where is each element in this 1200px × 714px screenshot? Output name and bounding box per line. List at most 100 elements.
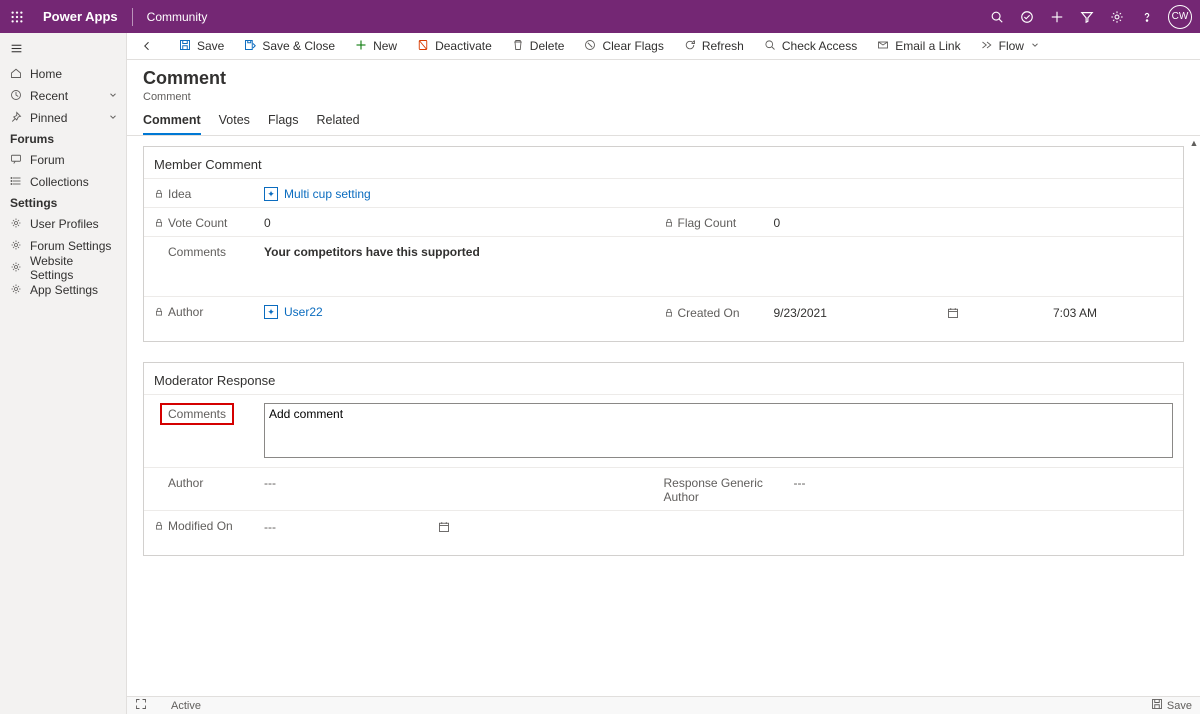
trash-icon [512,39,524,54]
lock-icon [154,218,164,228]
created-date: 9/23/2021 [774,306,827,320]
mod-author-value[interactable]: --- [264,474,664,490]
flag-count-value: 0 [774,214,1174,230]
nav-collections-label: Collections [30,175,89,189]
new-label: New [373,39,397,53]
help-icon[interactable] [1132,0,1162,33]
delete-button[interactable]: Delete [502,33,575,60]
footer-save-label: Save [1167,700,1192,712]
global-header: Power Apps Community CW [0,0,1200,33]
clear-flags-button[interactable]: Clear Flags [574,33,673,60]
refresh-label: Refresh [702,39,744,53]
scrollbar[interactable]: ▲ [1188,136,1200,696]
nav-forum-label: Forum [30,153,65,167]
footer-save-button[interactable]: Save [1151,698,1192,713]
scroll-up-icon[interactable]: ▲ [1188,136,1200,150]
new-button[interactable]: New [345,33,407,60]
author-value: User22 [284,305,323,319]
clock-icon [10,89,22,104]
nav-recent-label: Recent [30,89,68,103]
lock-icon [154,189,164,199]
mod-author-label: Author [168,476,203,490]
chevron-down-icon [1030,39,1040,53]
plus-icon [355,39,367,54]
expand-icon[interactable] [135,698,147,713]
add-icon[interactable] [1042,0,1072,33]
page-subtitle: Comment [143,91,1184,103]
email-link-label: Email a Link [895,39,960,53]
moderator-comments-input[interactable] [264,403,1173,458]
check-access-label: Check Access [782,39,857,53]
chevron-down-icon [108,111,118,125]
pin-icon [10,111,22,126]
clear-flags-label: Clear Flags [602,39,663,53]
deactivate-button[interactable]: Deactivate [407,33,502,60]
email-link-button[interactable]: Email a Link [867,33,970,60]
check-access-button[interactable]: Check Access [754,33,867,60]
save-close-label: Save & Close [262,39,335,53]
calendar-icon[interactable] [436,519,452,535]
tab-comment[interactable]: Comment [143,113,201,135]
nav-home[interactable]: Home [0,63,126,85]
lock-icon [664,308,674,318]
filter-icon[interactable] [1072,0,1102,33]
save-button[interactable]: Save [169,33,234,60]
save-close-button[interactable]: Save & Close [234,33,345,60]
nav-collections[interactable]: Collections [0,171,126,193]
deactivate-label: Deactivate [435,39,492,53]
save-icon [179,39,191,54]
created-on-label: Created On [678,306,740,320]
tab-flags[interactable]: Flags [268,113,299,135]
idea-value: Multi cup setting [284,187,371,201]
nav-user-profiles-label: User Profiles [30,217,99,231]
environment-name[interactable]: Community [137,10,218,24]
assistant-icon[interactable] [1012,0,1042,33]
search-icon[interactable] [982,0,1012,33]
nav-user-profiles[interactable]: User Profiles [0,213,126,235]
response-generic-author-value[interactable]: --- [794,474,1174,504]
comments-label: Comments [168,245,226,259]
save-close-icon [244,39,256,54]
list-icon [10,175,22,190]
nav-recent[interactable]: Recent [0,85,126,107]
form-tabs: Comment Votes Flags Related [127,103,1200,136]
modified-on-label: Modified On [168,519,233,533]
settings-icon[interactable] [1102,0,1132,33]
gear-icon [10,239,22,254]
nav-website-settings[interactable]: Website Settings [0,257,126,279]
forum-icon [10,153,22,168]
save-label: Save [197,39,224,53]
member-comment-title: Member Comment [144,157,1183,178]
vote-count-label: Vote Count [168,216,227,230]
gear-icon [10,217,22,232]
author-label: Author [168,305,203,319]
user-avatar[interactable]: CW [1168,5,1192,29]
form-content: ▲ Member Comment Idea ✦ Multi cup settin… [127,136,1200,696]
gear-icon [10,261,22,276]
author-link[interactable]: ✦ User22 [264,305,664,319]
clear-flags-icon [584,39,596,54]
tab-related[interactable]: Related [317,113,360,135]
nav-toggle-icon[interactable] [0,33,126,63]
modified-on-value: --- [264,520,276,534]
chevron-down-icon [108,89,118,103]
refresh-button[interactable]: Refresh [674,33,754,60]
app-launcher-icon[interactable] [0,0,33,33]
nav-forum[interactable]: Forum [0,149,126,171]
response-generic-author-label: Response Generic Author [664,476,794,504]
nav-app-settings[interactable]: App Settings [0,279,126,301]
main-region: Save Save & Close New Deactivate Delete … [127,33,1200,714]
idea-label: Idea [168,187,191,201]
lock-icon [664,218,674,228]
back-button[interactable] [133,33,161,60]
nav-section-settings: Settings [0,193,126,213]
nav-website-settings-label: Website Settings [30,254,118,282]
tab-votes[interactable]: Votes [219,113,250,135]
flow-button[interactable]: Flow [971,33,1050,60]
flow-icon [981,39,993,54]
nav-pinned[interactable]: Pinned [0,107,126,129]
mail-icon [877,39,889,54]
nav-app-settings-label: App Settings [30,283,98,297]
deactivate-icon [417,39,429,54]
idea-link[interactable]: ✦ Multi cup setting [264,187,1173,201]
